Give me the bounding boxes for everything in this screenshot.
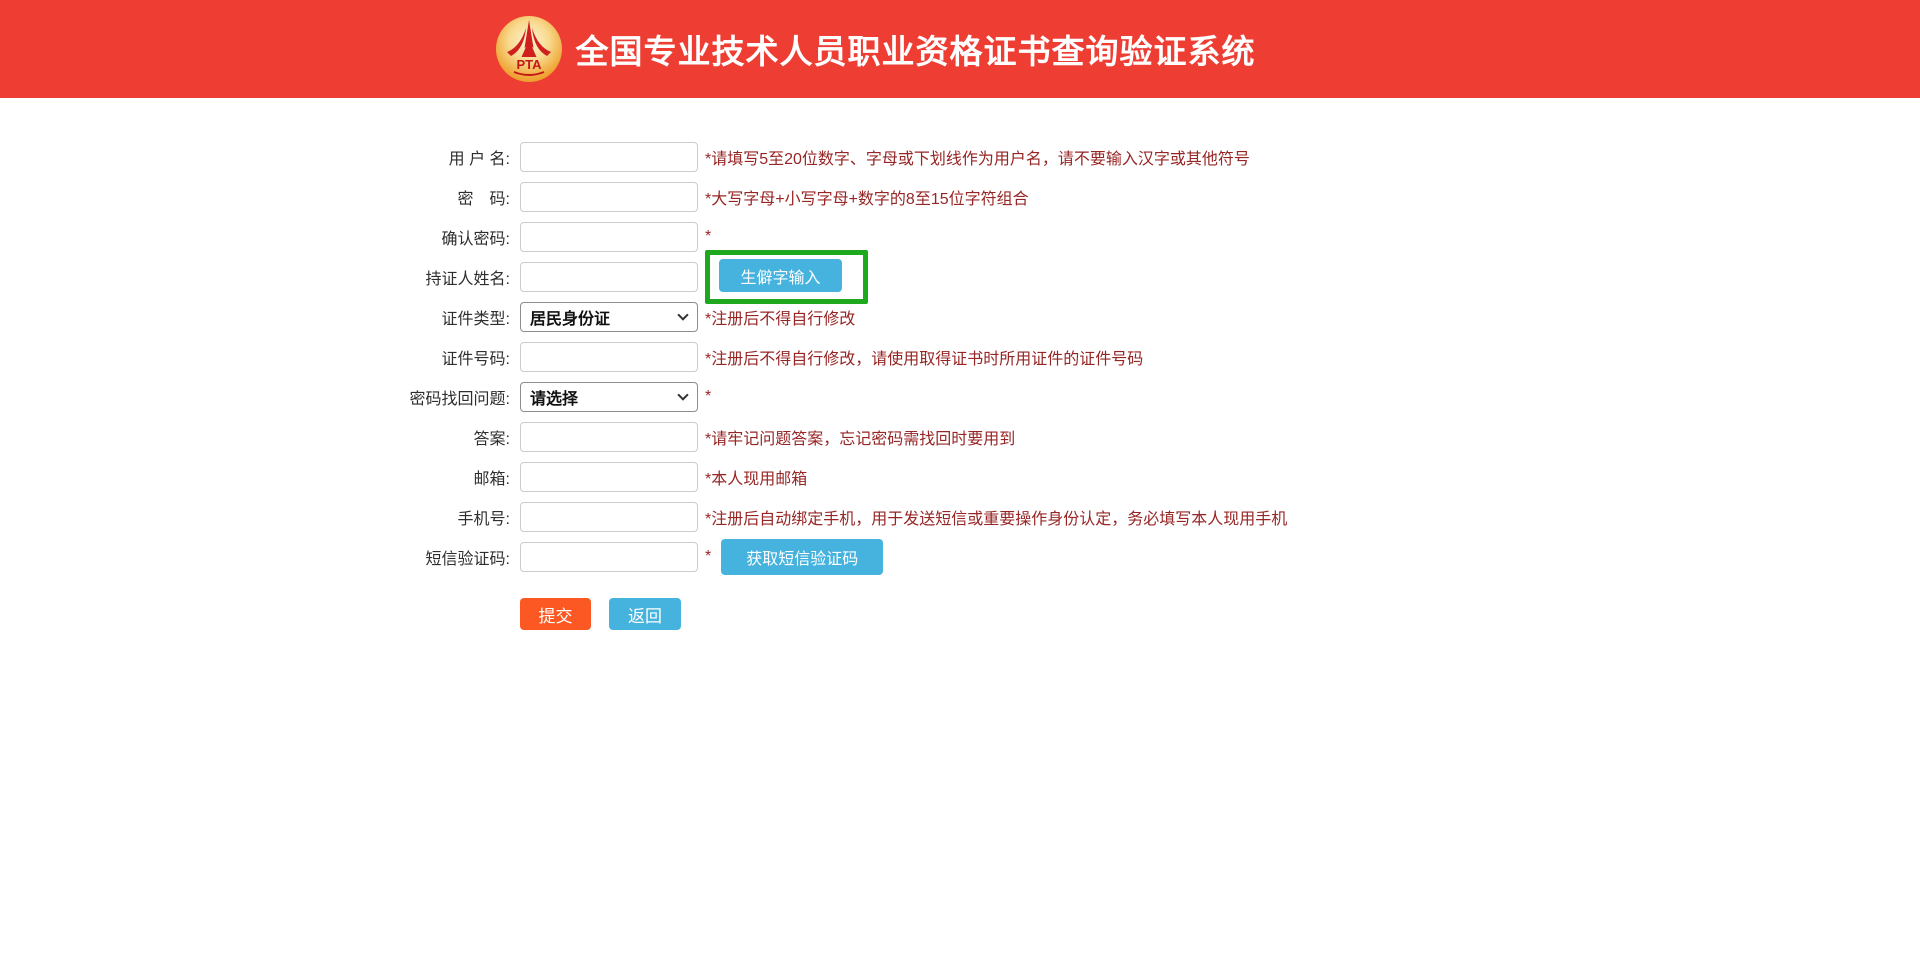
sms-code-label: 短信验证码:	[400, 545, 510, 569]
header-brand: PTA 全国专业技术人员职业资格证书查询验证系统	[495, 15, 1256, 83]
id-type-selected-value: 居民身份证	[530, 305, 610, 329]
email-hint: *本人现用邮箱	[705, 465, 807, 489]
id-type-label: 证件类型:	[400, 305, 510, 329]
confirm-password-label: 确认密码:	[400, 225, 510, 249]
form-row-id-number: 证件号码: *注册后不得自行修改，请使用取得证书时所用证件的证件号码	[400, 342, 1920, 372]
form-row-answer: 答案: *请牢记问题答案，忘记密码需找回时要用到	[400, 422, 1920, 452]
sms-code-input[interactable]	[520, 542, 698, 572]
security-question-select[interactable]: 请选择	[520, 382, 698, 412]
confirm-password-hint: *	[705, 228, 711, 246]
id-number-label: 证件号码:	[400, 345, 510, 369]
form-row-confirm-password: 确认密码: *	[400, 222, 1920, 252]
security-question-hint: *	[705, 388, 711, 406]
password-label: 密 码:	[400, 185, 510, 209]
mobile-label: 手机号:	[400, 505, 510, 529]
submit-button[interactable]: 提交	[520, 598, 591, 630]
form-row-password: 密 码: *大写字母+小写字母+数字的8至15位字符组合	[400, 182, 1920, 212]
rare-character-input-button[interactable]: 生僻字输入	[719, 259, 842, 292]
password-input[interactable]	[520, 182, 698, 212]
form-row-holder-name: 持证人姓名: 生僻字输入	[400, 262, 1920, 292]
registration-form: 用 户 名: *请填写5至20位数字、字母或下划线作为用户名，请不要输入汉字或其…	[400, 142, 1920, 630]
form-row-email: 邮箱: *本人现用邮箱	[400, 462, 1920, 492]
mobile-input[interactable]	[520, 502, 698, 532]
security-question-selected-value: 请选择	[530, 385, 578, 409]
password-hint: *大写字母+小写字母+数字的8至15位字符组合	[705, 185, 1029, 209]
pta-logo-icon: PTA	[495, 15, 563, 83]
id-type-select[interactable]: 居民身份证	[520, 302, 698, 332]
confirm-password-input[interactable]	[520, 222, 698, 252]
username-hint: *请填写5至20位数字、字母或下划线作为用户名，请不要输入汉字或其他符号	[705, 145, 1250, 169]
form-row-mobile: 手机号: *注册后自动绑定手机，用于发送短信或重要操作身份认定，务必填写本人现用…	[400, 502, 1920, 532]
answer-input[interactable]	[520, 422, 698, 452]
answer-hint: *请牢记问题答案，忘记密码需找回时要用到	[705, 425, 1015, 449]
username-label: 用 户 名:	[400, 145, 510, 169]
id-type-hint: *注册后不得自行修改	[705, 305, 855, 329]
form-row-id-type: 证件类型: 居民身份证 *注册后不得自行修改	[400, 302, 1920, 332]
email-input[interactable]	[520, 462, 698, 492]
back-button[interactable]: 返回	[609, 598, 681, 630]
form-actions: 提交 返回	[520, 598, 1920, 630]
username-input[interactable]	[520, 142, 698, 172]
sms-code-hint: *	[705, 548, 711, 566]
page-title: 全国专业技术人员职业资格证书查询验证系统	[576, 25, 1256, 73]
get-sms-code-button[interactable]: 获取短信验证码	[721, 539, 883, 575]
logo-text: PTA	[516, 57, 542, 72]
form-row-security-question: 密码找回问题: 请选择 *	[400, 382, 1920, 412]
form-row-sms-code: 短信验证码: * 获取短信验证码	[400, 542, 1920, 572]
holder-name-input[interactable]	[520, 262, 698, 292]
mobile-hint: *注册后自动绑定手机，用于发送短信或重要操作身份认定，务必填写本人现用手机	[705, 505, 1287, 529]
id-number-input[interactable]	[520, 342, 698, 372]
answer-label: 答案:	[400, 425, 510, 449]
app-header: PTA 全国专业技术人员职业资格证书查询验证系统	[0, 0, 1920, 98]
email-label: 邮箱:	[400, 465, 510, 489]
chevron-down-icon	[677, 389, 688, 400]
id-number-hint: *注册后不得自行修改，请使用取得证书时所用证件的证件号码	[705, 345, 1143, 369]
security-question-label: 密码找回问题:	[400, 385, 510, 409]
holder-name-label: 持证人姓名:	[400, 265, 510, 289]
annotation-highlight-box: 生僻字输入	[705, 250, 868, 304]
chevron-down-icon	[677, 309, 688, 320]
form-row-username: 用 户 名: *请填写5至20位数字、字母或下划线作为用户名，请不要输入汉字或其…	[400, 142, 1920, 172]
